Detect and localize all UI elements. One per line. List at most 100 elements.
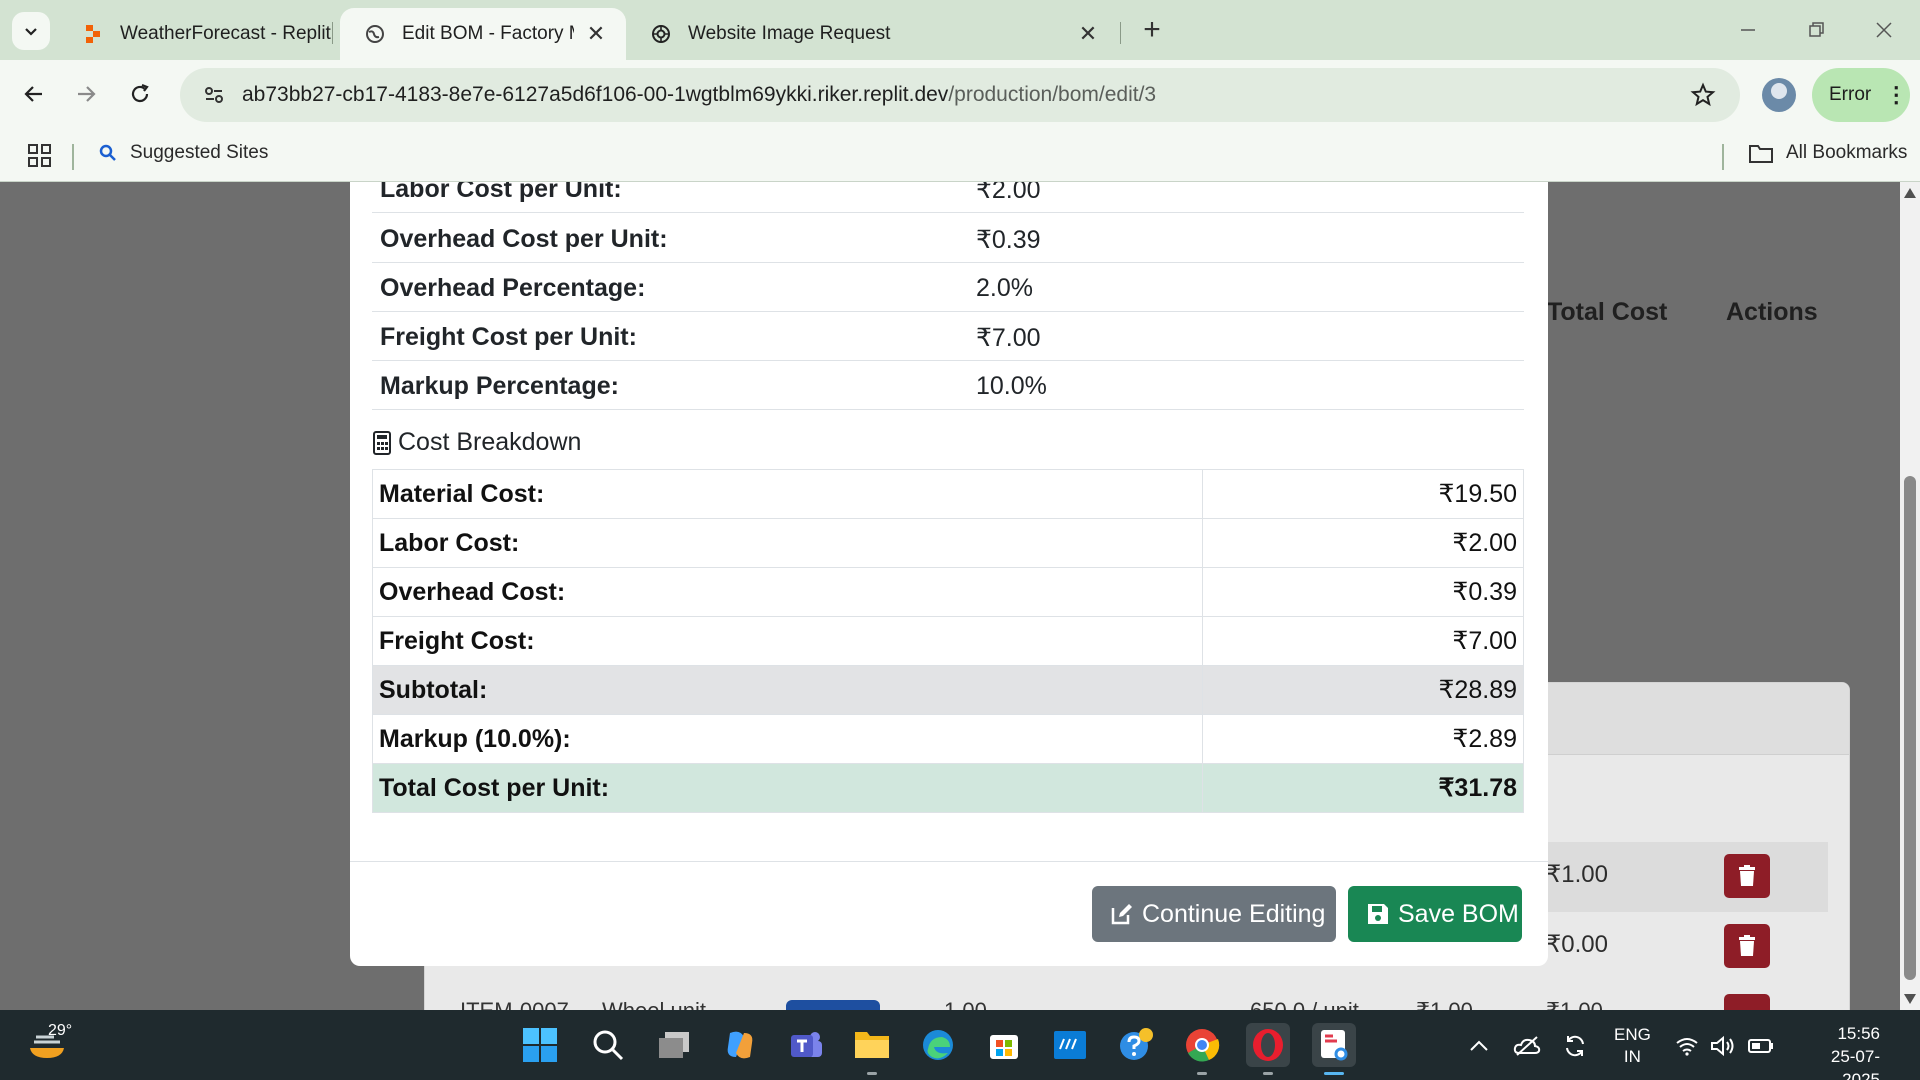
modal-footer: Continue Editing Save BOM (350, 861, 1548, 966)
opera-icon (1253, 1029, 1283, 1061)
more-menu-icon: ⋮ (1885, 82, 1907, 107)
delete-row-button[interactable] (1724, 994, 1770, 1010)
browser-tab-bar: WeatherForecast - Replit ✕ Edit BOM - Fa… (0, 0, 1920, 60)
apps-grid-icon[interactable] (26, 142, 54, 170)
detail-label: Freight Cost per Unit: (380, 323, 637, 351)
detail-row-labor: Labor Cost per Unit: ₹2.00 (372, 182, 1524, 213)
delete-row-button[interactable] (1724, 854, 1770, 898)
delete-row-button[interactable] (1724, 924, 1770, 968)
volume-status[interactable] (1708, 1031, 1738, 1061)
running-indicator (1263, 1072, 1273, 1075)
tab-website-image-request[interactable]: Website Image Request ✕ (626, 8, 1118, 60)
breakdown-value: ₹31.78 (1202, 763, 1524, 813)
bookmark-star-icon[interactable] (1688, 80, 1718, 110)
row-item-code: ITEM-0007 (460, 998, 569, 1010)
all-bookmarks-button[interactable]: All Bookmarks (1748, 142, 1907, 164)
bookmark-separator (1722, 144, 1724, 170)
breakdown-value: ₹28.89 (1202, 665, 1524, 715)
save-bom-button[interactable]: Save BOM (1348, 886, 1522, 942)
detail-value: ₹2.00 (976, 182, 1041, 204)
breakdown-row-markup: Markup (10.0%): ₹2.89 (372, 714, 1524, 764)
forward-button[interactable] (66, 74, 106, 114)
language-code: ENG (1614, 1025, 1651, 1044)
detail-value: 10.0% (976, 372, 1047, 400)
row-qty: 1.00 (944, 998, 987, 1010)
bookmark-label: All Bookmarks (1786, 142, 1908, 163)
cost-breakdown-table: Material Cost: ₹19.50 Labor Cost: ₹2.00 … (372, 469, 1524, 813)
detail-row-overhead-cost: Overhead Cost per Unit: ₹0.39 (372, 214, 1524, 263)
scroll-down-icon[interactable] (1904, 994, 1916, 1004)
teams-icon (791, 1032, 822, 1057)
running-indicator (867, 1072, 877, 1075)
copilot-icon (727, 1031, 753, 1059)
breakdown-value: ₹0.39 (1202, 567, 1524, 617)
tab-title: WeatherForecast - Replit (120, 23, 331, 44)
bookmark-suggested-sites[interactable]: Suggested Sites (98, 142, 268, 164)
store-button[interactable] (982, 1023, 1026, 1067)
chrome-button[interactable] (1180, 1023, 1224, 1075)
table-header-actions: Actions (1726, 298, 1818, 326)
teams-button[interactable] (784, 1023, 828, 1067)
row-cost: ₹1.00 (1416, 998, 1473, 1010)
close-icon[interactable]: ✕ (1076, 21, 1100, 46)
weather-temperature: 29° (48, 1022, 73, 1039)
file-explorer-button[interactable] (850, 1023, 894, 1075)
continue-editing-button[interactable]: Continue Editing (1092, 886, 1336, 942)
battery-icon (1748, 1039, 1773, 1053)
scroll-up-icon[interactable] (1904, 188, 1916, 198)
copilot-button[interactable] (718, 1023, 762, 1067)
scrollbar-thumb[interactable] (1904, 476, 1916, 980)
profile-avatar[interactable] (1762, 78, 1796, 112)
edge-button[interactable] (916, 1023, 960, 1067)
onedrive-button[interactable] (1512, 1031, 1542, 1061)
snipping-tool-button[interactable] (1312, 1023, 1356, 1075)
back-button[interactable] (14, 74, 54, 114)
task-view-icon (659, 1032, 689, 1058)
tab-search-button[interactable] (12, 12, 50, 50)
breakdown-row-material: Material Cost: ₹19.50 (372, 469, 1524, 519)
breakdown-value: ₹19.50 (1202, 469, 1524, 519)
reload-button[interactable] (120, 74, 160, 114)
detail-value: ₹7.00 (976, 324, 1041, 352)
get-help-button[interactable] (1114, 1023, 1158, 1067)
row-total-cost: ₹1.00 (1546, 998, 1603, 1010)
cloud-icon (1513, 1036, 1541, 1056)
site-info-icon[interactable] (196, 77, 232, 113)
system-clock[interactable]: 15:56 25-07-2025 (1796, 1022, 1880, 1080)
breakdown-label: Material Cost: (372, 469, 1203, 519)
input-language-indicator[interactable]: ENG IN (1614, 1024, 1651, 1068)
tab-edit-bom[interactable]: Edit BOM - Factory Managemen ✕ (340, 8, 626, 60)
close-icon[interactable]: ✕ (584, 21, 608, 46)
battery-status[interactable] (1746, 1031, 1776, 1061)
restore-icon (1809, 22, 1824, 37)
detail-label: Markup Percentage: (380, 372, 619, 400)
page-scrollbar[interactable] (1900, 182, 1920, 1010)
minimize-icon (1741, 29, 1755, 31)
minimize-button[interactable] (1720, 10, 1776, 50)
search-button[interactable] (586, 1023, 630, 1067)
folder-icon (855, 1032, 889, 1058)
start-button[interactable] (518, 1023, 562, 1067)
profile-error-button[interactable]: Error ⋮ (1812, 68, 1910, 122)
profile-status-label: Error (1829, 84, 1872, 105)
sync-button[interactable] (1560, 1031, 1590, 1061)
chatgpt-icon (650, 23, 672, 45)
arrow-left-icon (24, 86, 42, 102)
edge-icon (923, 1030, 953, 1060)
window-close-button[interactable] (1856, 10, 1912, 50)
detail-value: 2.0% (976, 274, 1033, 302)
address-bar[interactable]: ab73bb27-cb17-4183-8e7e-6127a5d6f106-00-… (180, 68, 1740, 122)
wifi-status[interactable] (1672, 1031, 1702, 1061)
myhp-button[interactable] (1048, 1023, 1092, 1067)
new-tab-button[interactable]: + (1136, 13, 1168, 46)
status-badge (786, 1000, 880, 1010)
close-icon (1876, 22, 1892, 38)
task-view-button[interactable] (652, 1023, 696, 1067)
reload-icon (131, 83, 149, 103)
breakdown-label: Subtotal: (372, 665, 1203, 715)
detail-row-overhead-percentage: Overhead Percentage: 2.0% (372, 263, 1524, 312)
opera-button[interactable] (1246, 1023, 1290, 1075)
show-hidden-icons-button[interactable] (1464, 1031, 1494, 1061)
restore-button[interactable] (1788, 10, 1844, 50)
trash-icon (1739, 935, 1755, 956)
